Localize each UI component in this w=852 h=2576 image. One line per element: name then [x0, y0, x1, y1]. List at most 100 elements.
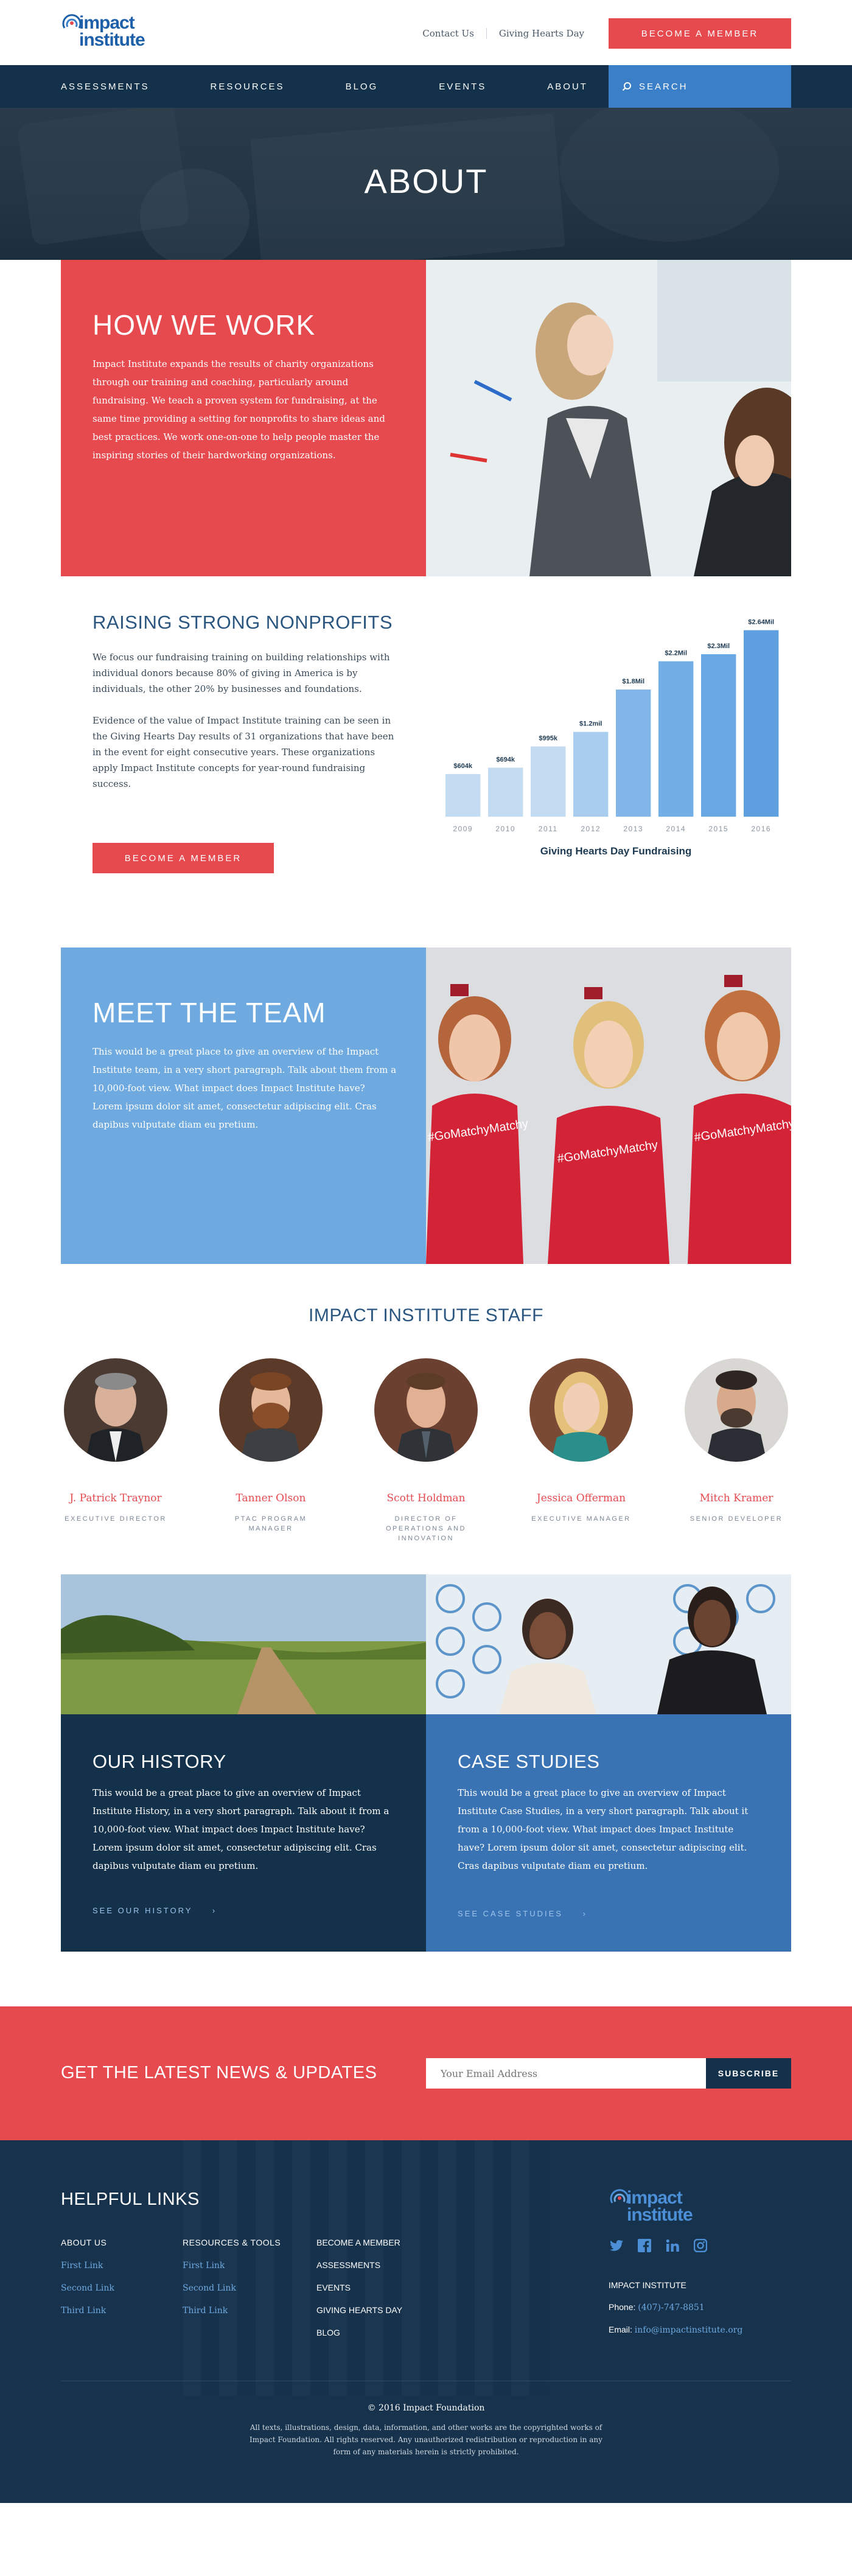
staff-section: IMPACT INSTITUTE STAFF J. Patrick Trayno… — [61, 1264, 791, 1574]
social-links — [609, 2238, 721, 2253]
raising-paragraph: We focus our fundraising training on bui… — [93, 652, 390, 694]
legal-notice: All texts, illustrations, design, data, … — [250, 2423, 602, 2456]
footer-link[interactable]: BLOG — [316, 2328, 402, 2341]
chart-tick-label: 2009 — [453, 825, 473, 833]
logo-mark-icon — [61, 11, 83, 33]
logo-line2: institute — [79, 30, 145, 50]
chart-bar — [488, 767, 523, 817]
avatar — [64, 1358, 167, 1462]
copyright: © 2016 Impact Foundation — [367, 2403, 485, 2413]
staff-title: IMPACT INSTITUTE STAFF — [309, 1305, 543, 1325]
staff-card[interactable]: J. Patrick Traynor EXECUTIVE DIRECTOR — [61, 1358, 170, 1543]
newsletter-section: GET THE LATEST NEWS & UPDATES SUBSCRIBE — [0, 2006, 852, 2140]
become-member-button[interactable]: BECOME A MEMBER — [609, 18, 791, 49]
footer-link[interactable]: Third Link — [183, 2306, 281, 2319]
chart-tick-label: 2013 — [623, 825, 643, 833]
become-member-button[interactable]: BECOME A MEMBER — [93, 843, 274, 873]
logo-mark-icon — [609, 2186, 630, 2208]
staff-name: J. Patrick Traynor — [69, 1492, 162, 1504]
chevron-right-icon: › — [212, 1906, 217, 1915]
chart-data-label: $2.64Mil — [748, 619, 774, 626]
org-name: IMPACT INSTITUTE — [609, 2280, 686, 2290]
footer-link[interactable]: ASSESSMENTS — [316, 2260, 402, 2274]
chart-data-label: $995k — [539, 735, 557, 742]
site-logo[interactable]: impact institute — [61, 11, 145, 49]
top-links: Contact Us Giving Hearts Day BECOME A ME… — [410, 18, 791, 49]
footer-link[interactable]: First Link — [183, 2261, 281, 2274]
avatar — [374, 1358, 478, 1462]
email-label: Email: — [609, 2325, 632, 2334]
how-we-work-title: HOW WE WORK — [93, 309, 316, 341]
chevron-right-icon: › — [582, 1909, 587, 1918]
staff-card[interactable]: Scott Holdman DIRECTOR OF OPERATIONS AND… — [371, 1358, 481, 1543]
search-label: SEARCH — [639, 81, 688, 92]
chart-tick-label: 2014 — [666, 825, 686, 833]
how-we-work-section: HOW WE WORK Impact Institute expands the… — [61, 260, 791, 576]
footer-link[interactable]: Second Link — [61, 2283, 114, 2297]
chart-bar — [531, 746, 566, 817]
chart-tick-label: 2012 — [581, 825, 601, 833]
footer-link[interactable]: Third Link — [61, 2306, 114, 2319]
history-card: OUR HISTORY This would be a great place … — [61, 1574, 426, 1952]
case-studies-title: CASE STUDIES — [458, 1751, 600, 1772]
nav-item-resources[interactable]: RESOURCES — [211, 82, 285, 92]
footer-heading[interactable]: RESOURCES & TOOLS — [183, 2238, 281, 2251]
footer-title: HELPFUL LINKS — [61, 2190, 200, 2209]
email-field[interactable] — [426, 2058, 706, 2089]
chart-title: Giving Hearts Day Fundraising — [540, 845, 691, 857]
footer-link[interactable]: Second Link — [183, 2283, 281, 2297]
avatar — [529, 1358, 633, 1462]
chart-data-label: $604k — [453, 763, 472, 770]
see-our-history-link[interactable]: SEE OUR HISTORY › — [93, 1906, 217, 1915]
history-photo — [61, 1574, 426, 1714]
how-we-work-text: Impact Institute expands the results of … — [93, 358, 385, 461]
chart-tick-label: 2015 — [708, 825, 728, 833]
search-box[interactable]: SEARCH — [609, 65, 791, 108]
chart-bar — [701, 654, 736, 817]
search-icon — [622, 82, 631, 91]
footer-column-about: ABOUT US First Link Second Link Third Li… — [61, 2238, 114, 2328]
nav-item-assessments[interactable]: ASSESSMENTS — [61, 82, 150, 92]
nav-item-about[interactable]: ABOUT — [547, 82, 588, 92]
staff-name: Jessica Offerman — [536, 1492, 626, 1504]
subscribe-button[interactable]: SUBSCRIBE — [706, 2058, 791, 2089]
staff-card[interactable]: Jessica Offerman EXECUTIVE MANAGER — [526, 1358, 636, 1543]
footer-link[interactable]: EVENTS — [316, 2283, 402, 2296]
giving-hearts-day-link[interactable]: Giving Hearts Day — [486, 28, 596, 39]
phone-number[interactable]: (407)-747-8851 — [638, 2303, 704, 2312]
staff-list: J. Patrick Traynor EXECUTIVE DIRECTOR Ta… — [61, 1358, 791, 1543]
footer-heading[interactable]: ABOUT US — [61, 2238, 114, 2251]
avatar — [685, 1358, 788, 1462]
linkedin-icon[interactable] — [665, 2238, 680, 2253]
giving-hearts-chart: $604k 2009 $694k 2010 $995k 2011 $1.2mil 2012 $1… — [445, 619, 779, 857]
footer-link[interactable]: BECOME A MEMBER — [316, 2238, 402, 2251]
staff-card[interactable]: Tanner Olson PTAC PROGRAM MANAGER — [216, 1358, 326, 1543]
instagram-icon[interactable] — [693, 2238, 708, 2253]
chart-data-label: $1.8Mil — [622, 678, 644, 685]
email-link[interactable]: info@impactinstitute.org — [635, 2325, 743, 2335]
page-title: ABOUT — [364, 162, 488, 200]
footer-link[interactable]: First Link — [61, 2261, 114, 2274]
chart-data-label: $1.2mil — [579, 721, 602, 728]
nav-item-events[interactable]: EVENTS — [439, 82, 486, 92]
footer-link[interactable]: GIVING HEARTS DAY — [316, 2305, 402, 2319]
how-we-work-photo — [426, 260, 791, 576]
chart-bar — [445, 773, 481, 817]
case-studies-photo — [426, 1574, 791, 1714]
footer-logo[interactable]: impact institute — [609, 2186, 693, 2224]
staff-name: Scott Holdman — [386, 1492, 466, 1504]
staff-role: SENIOR DEVELOPER — [690, 1515, 783, 1523]
nav-item-blog[interactable]: BLOG — [346, 82, 379, 92]
staff-card[interactable]: Mitch Kramer SENIOR DEVELOPER — [682, 1358, 791, 1543]
contact-us-link[interactable]: Contact Us — [410, 28, 486, 39]
meet-the-team-section: MEET THE TEAM This would be a great plac… — [61, 948, 791, 1264]
avatar — [219, 1358, 323, 1462]
twitter-icon[interactable] — [609, 2238, 624, 2253]
chart-data-label: $2.2Mil — [665, 650, 687, 657]
facebook-icon[interactable] — [637, 2238, 652, 2253]
history-case-studies-section: OUR HISTORY This would be a great place … — [61, 1574, 791, 1952]
see-case-studies-link[interactable]: SEE CASE STUDIES › — [458, 1909, 587, 1918]
site-footer: HELPFUL LINKS ABOUT US First Link Second… — [0, 2140, 852, 2503]
see-our-history-label: SEE OUR HISTORY — [93, 1906, 193, 1915]
chart-bar — [616, 689, 651, 817]
